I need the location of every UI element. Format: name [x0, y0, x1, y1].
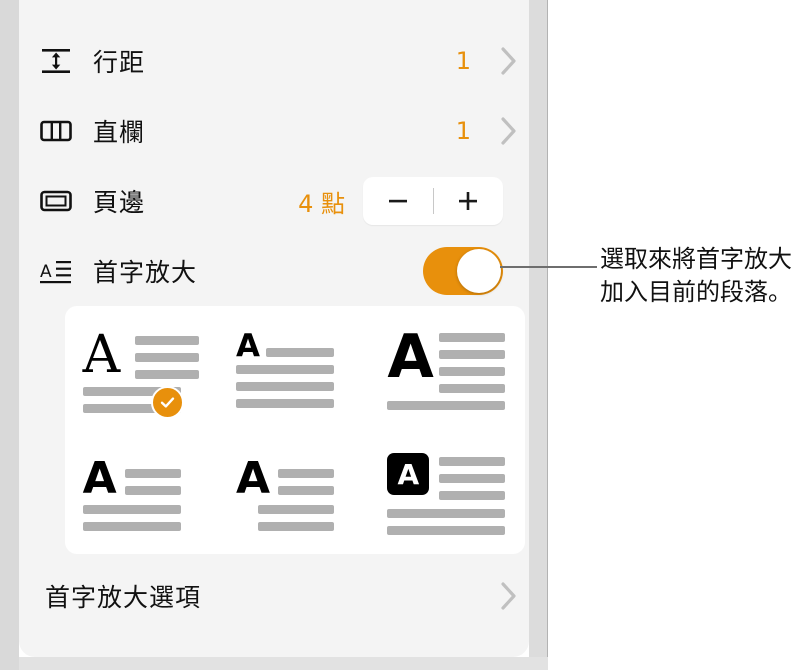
drop-cap-icon: A	[19, 254, 93, 288]
drop-cap-styles-card: A A A A A A	[65, 306, 525, 554]
drop-cap-letter: A	[235, 453, 271, 504]
format-popover-panel: 行距 1 直欄 1 頁邊 4 點 A 首字放大 A A A A A A 首字放大…	[19, 0, 529, 657]
drop-cap-styles-grid: A A A A A A	[65, 306, 525, 554]
chevron-right-icon[interactable]	[489, 44, 529, 78]
drop-cap-letter: A	[387, 322, 434, 392]
row-value-line-spacing: 1	[455, 47, 471, 75]
margins-icon	[19, 184, 93, 218]
drop-cap-letter: A	[235, 328, 260, 364]
drop-cap-style-2[interactable]: A	[218, 306, 371, 430]
drop-cap-thumbnail: A	[234, 328, 356, 408]
panel-left-gutter	[0, 0, 19, 670]
stepper-increment-button[interactable]	[434, 177, 504, 225]
drop-cap-thumbnail: A	[234, 453, 356, 531]
drop-cap-style-6[interactable]: A	[372, 430, 525, 554]
row-columns[interactable]: 直欄 1	[19, 96, 529, 166]
callout-text-line-1: 選取來將首字放大	[600, 245, 792, 273]
chevron-right-icon[interactable]	[489, 114, 529, 148]
drop-cap-style-1[interactable]: A	[65, 306, 218, 430]
panel-bottom-strip	[19, 657, 548, 670]
drop-cap-style-3[interactable]: A	[372, 306, 525, 430]
line-spacing-icon	[19, 44, 93, 78]
row-label-columns: 直欄	[93, 118, 146, 147]
drop-cap-thumbnail: A	[81, 453, 203, 531]
panel-right-border	[547, 0, 548, 670]
screenshot-root: 行距 1 直欄 1 頁邊 4 點 A 首字放大 A A A A A A 首字放大…	[0, 0, 811, 670]
row-drop-cap[interactable]: A 首字放大	[19, 236, 529, 306]
row-drop-cap-options[interactable]: 首字放大選項	[19, 562, 529, 630]
drop-cap-thumbnail: A	[81, 325, 203, 419]
stepper-decrement-button[interactable]	[363, 177, 433, 225]
row-value-columns: 1	[455, 117, 471, 145]
callout-text: 選取來將首字放大 加入目前的段落。	[600, 243, 811, 309]
chevron-right-icon[interactable]	[489, 579, 529, 613]
drop-cap-letter: A	[82, 453, 117, 504]
row-line-spacing[interactable]: 行距 1	[19, 26, 529, 96]
toggle-knob	[457, 249, 501, 293]
row-label-line-spacing: 行距	[93, 48, 146, 77]
columns-icon	[19, 114, 93, 148]
drop-cap-style-4[interactable]: A	[65, 430, 218, 554]
row-margins[interactable]: 頁邊 4 點	[19, 166, 529, 236]
callout-leader-line	[500, 266, 597, 268]
drop-cap-letter: A	[387, 453, 430, 495]
row-label-drop-cap: 首字放大	[93, 258, 198, 287]
row-label-drop-cap-options: 首字放大選項	[45, 583, 202, 612]
drop-cap-thumbnail: A	[387, 327, 509, 410]
callout-text-line-2: 加入目前的段落。	[600, 278, 792, 306]
drop-cap-toggle[interactable]	[423, 247, 503, 295]
margin-stepper[interactable]	[363, 177, 503, 225]
drop-cap-thumbnail: A	[387, 453, 509, 535]
row-value-margins: 4 點	[298, 189, 345, 218]
panel-scrollbar-track[interactable]	[529, 0, 548, 670]
drop-cap-letter: A	[82, 325, 121, 385]
svg-text:A: A	[40, 262, 52, 282]
drop-cap-style-5[interactable]: A	[218, 430, 371, 554]
selected-checkmark-badge	[150, 386, 184, 419]
row-label-margins: 頁邊	[93, 188, 146, 217]
